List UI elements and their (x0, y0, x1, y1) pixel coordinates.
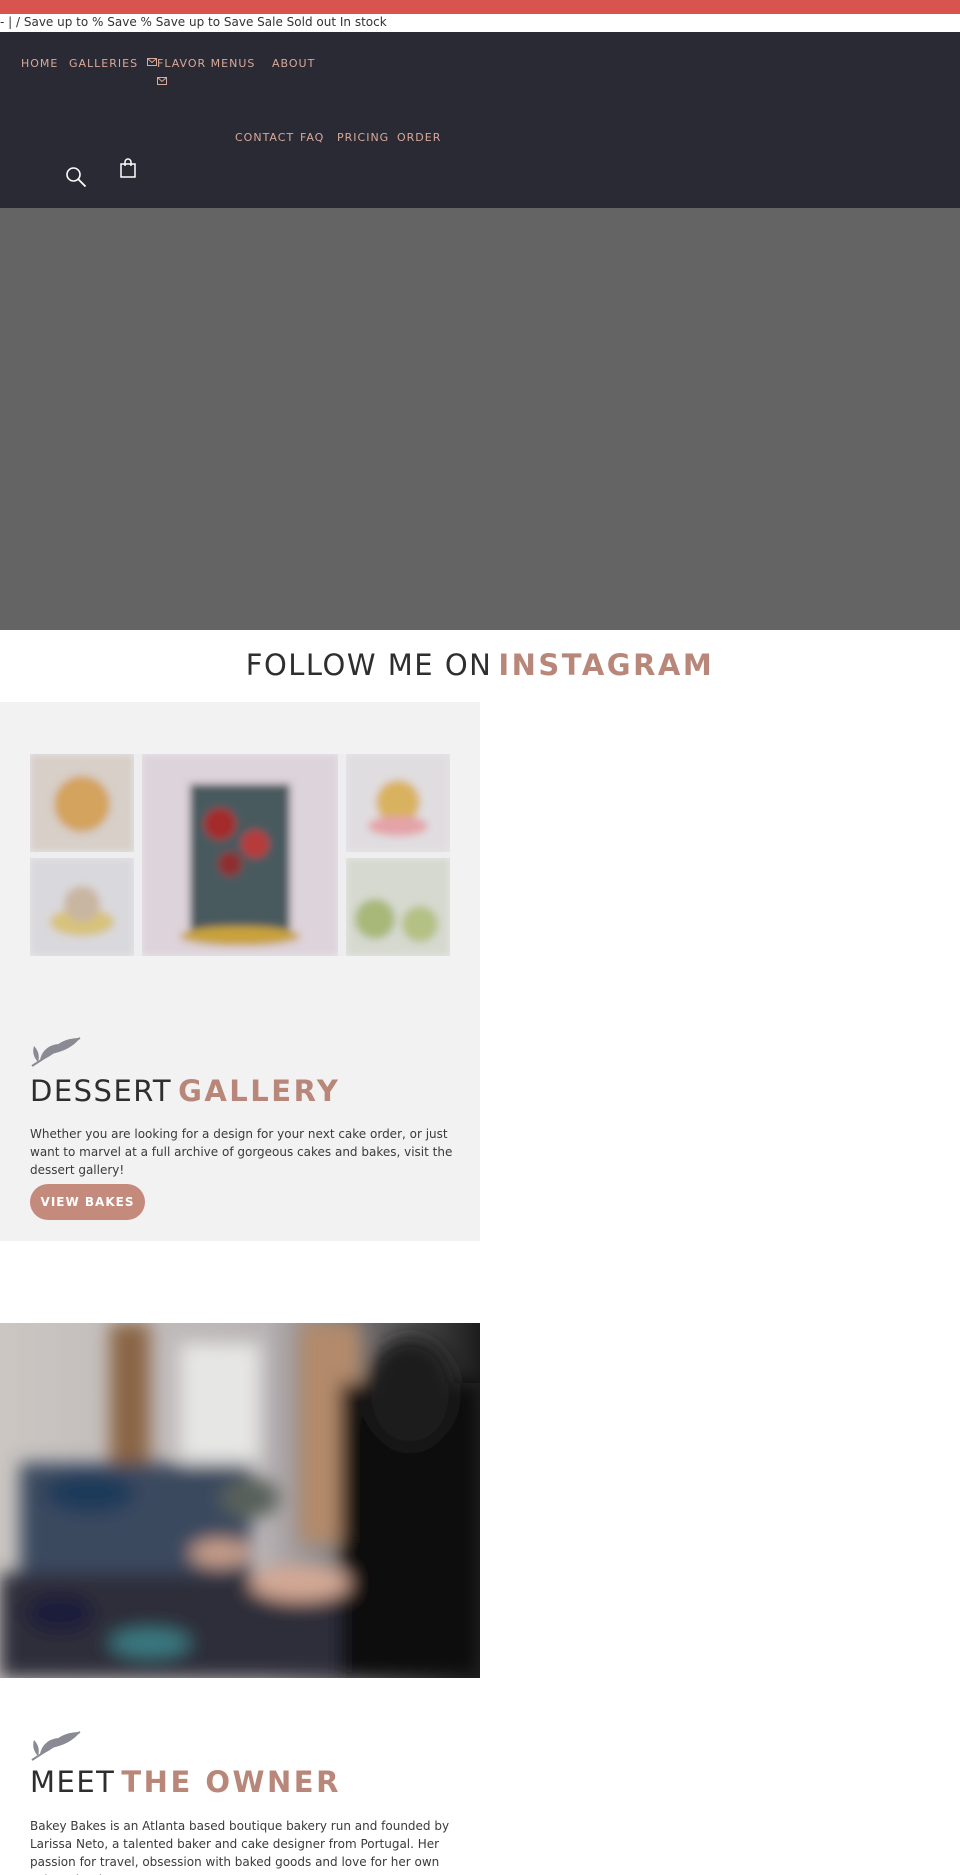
envelope-icon (146, 58, 157, 66)
gallery-heading-prefix: DESSERT (30, 1074, 173, 1108)
nav-galleries[interactable]: GALLERIES (69, 57, 157, 70)
hero-banner (0, 208, 960, 630)
envelope-icon (157, 77, 167, 85)
gallery-heading-accent: GALLERY (178, 1074, 341, 1108)
owner-photo (0, 1323, 480, 1678)
announcement-bar (0, 0, 960, 14)
instagram-heading-prefix: FOLLOW ME ON (245, 648, 493, 682)
dessert-gallery-card: DESSERT GALLERY Whether you are looking f… (0, 702, 480, 1241)
nav-contact[interactable]: CONTACT (235, 131, 294, 144)
site-header: HOME GALLERIES FLAVOR MENUS ABOUT CONTAC… (0, 32, 960, 208)
search-icon[interactable] (65, 166, 87, 188)
gallery-description: Whether you are looking for a design for… (30, 1127, 453, 1177)
owner-heading: MEET THE OWNER (30, 1765, 341, 1799)
leaf-sprig-icon (31, 1037, 81, 1067)
owner-heading-accent: THE OWNER (121, 1765, 341, 1799)
nav-faq[interactable]: FAQ (300, 131, 324, 144)
owner-description: Bakey Bakes is an Atlanta based boutique… (30, 1819, 450, 1875)
nav-pricing[interactable]: PRICING (337, 131, 389, 144)
dessert-collage-image (30, 754, 450, 956)
collage-graphic (30, 754, 450, 956)
nav-galleries-label: GALLERIES (69, 57, 139, 70)
nav-order[interactable]: ORDER (397, 131, 441, 144)
leaf-sprig-icon (31, 1731, 81, 1761)
nav-about[interactable]: ABOUT (272, 57, 315, 70)
owner-photo-graphic (0, 1323, 480, 1678)
instagram-heading: FOLLOW ME ON INSTAGRAM (0, 648, 960, 682)
instagram-heading-accent: INSTAGRAM (498, 648, 715, 682)
shopping-bag-icon[interactable] (120, 158, 136, 178)
announcement-text: - | / Save up to % Save % Save up to Sav… (0, 15, 387, 29)
nav-flavor-menus[interactable]: FLAVOR MENUS (157, 57, 255, 70)
view-bakes-button[interactable]: VIEW BAKES (30, 1184, 145, 1220)
nav-home[interactable]: HOME (21, 57, 58, 70)
owner-heading-prefix: MEET (30, 1765, 116, 1799)
gallery-heading: DESSERT GALLERY (30, 1074, 340, 1108)
